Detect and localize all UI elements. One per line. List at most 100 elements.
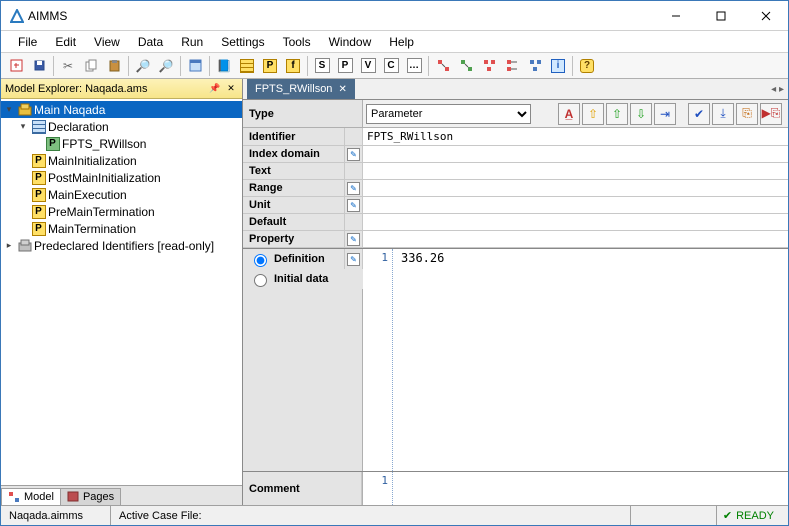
app-icon <box>9 8 24 23</box>
cut-button[interactable]: ✂ <box>57 55 79 77</box>
definition-editor[interactable]: 1 336.26 <box>363 249 788 471</box>
initial-data-radio[interactable] <box>254 274 267 287</box>
indent-button[interactable]: ⇥ <box>654 103 676 125</box>
up-button[interactable]: ⇧ <box>582 103 604 125</box>
tree-item-label: PreMainTermination <box>48 205 155 219</box>
pane-close-button[interactable]: ✕ <box>224 82 238 96</box>
diag4-button[interactable] <box>501 55 523 77</box>
range-field[interactable] <box>363 180 788 197</box>
tree-proc[interactable]: P MainExecution <box>1 186 242 203</box>
model-icon <box>17 102 32 117</box>
check-button[interactable]: ✔ <box>688 103 710 125</box>
library-button[interactable]: 📘 <box>213 55 235 77</box>
tree-proc[interactable]: P MainInitialization <box>1 152 242 169</box>
editor-tab[interactable]: FPTS_RWillson ✕ <box>247 79 355 99</box>
help-button[interactable]: ? <box>576 55 598 77</box>
menu-window[interactable]: Window <box>320 33 381 51</box>
v-button[interactable]: V <box>357 55 379 77</box>
tree-proc[interactable]: P PreMainTermination <box>1 203 242 220</box>
diag1-button[interactable] <box>432 55 454 77</box>
tree-proc[interactable]: P MainTermination <box>1 220 242 237</box>
rename-button[interactable]: A̲ <box>558 103 580 125</box>
wizard-button[interactable]: ✎ <box>347 148 360 161</box>
left-tab-pages[interactable]: Pages <box>60 488 121 505</box>
identifier-field[interactable]: FPTS_RWillson <box>363 128 788 146</box>
menubar: File Edit View Data Run Settings Tools W… <box>1 31 788 53</box>
save-all-button[interactable] <box>28 55 50 77</box>
diag3-button[interactable] <box>478 55 500 77</box>
line-gutter: 1 <box>363 249 393 471</box>
maximize-button[interactable] <box>698 1 743 30</box>
expand-icon[interactable]: ▾ <box>3 104 15 116</box>
tab-close-button[interactable]: ✕ <box>338 84 346 95</box>
tab-nav[interactable]: ◂ ▸ <box>771 84 784 95</box>
diag2-button[interactable] <box>455 55 477 77</box>
type-row: Type Parameter A̲ ⇧ ⇧ ⇩ ⇥ ✔ ⤓ <box>243 100 788 128</box>
comment-code[interactable] <box>393 472 788 505</box>
pin-button[interactable]: 📌 <box>208 82 222 96</box>
diag5-button[interactable] <box>524 55 546 77</box>
new-button[interactable] <box>5 55 27 77</box>
menu-file[interactable]: File <box>9 33 46 51</box>
menu-tools[interactable]: Tools <box>274 33 320 51</box>
close-button[interactable] <box>743 1 788 30</box>
definition-code[interactable]: 336.26 <box>393 249 788 471</box>
copy-button[interactable] <box>80 55 102 77</box>
menu-edit[interactable]: Edit <box>46 33 85 51</box>
parameter-button[interactable]: P <box>259 55 281 77</box>
down-button[interactable]: ⇩ <box>630 103 652 125</box>
expand-icon[interactable]: ▾ <box>17 121 29 133</box>
model-tree[interactable]: ▾ Main Naqada ▾ Declaration P FPTS_RWill… <box>1 99 242 485</box>
wizard-button[interactable]: ✎ <box>347 233 360 246</box>
definition-radio[interactable] <box>254 254 267 267</box>
index-domain-field[interactable] <box>363 146 788 163</box>
page-manager-button[interactable] <box>184 55 206 77</box>
wizard-button[interactable]: ✎ <box>347 253 360 266</box>
wizard-button[interactable]: ✎ <box>347 182 360 195</box>
status-bar: Naqada.aimms Active Case File: ✔ READY <box>1 505 788 525</box>
up2-button[interactable]: ⇧ <box>606 103 628 125</box>
editor-tab-label: FPTS_RWillson <box>255 83 332 95</box>
find-button[interactable]: 🔎 <box>132 55 154 77</box>
identifier-label: Identifier <box>243 128 345 146</box>
tree-parameter-item[interactable]: P FPTS_RWillson <box>1 135 242 152</box>
app-window: AIMMS File Edit View Data Run Settings T… <box>0 0 789 526</box>
accept-button[interactable]: ⤓ <box>712 103 734 125</box>
procedure-icon: P <box>31 153 46 168</box>
tree-declaration[interactable]: ▾ Declaration <box>1 118 242 135</box>
titlebar: AIMMS <box>1 1 788 31</box>
attribute-form: Type Parameter A̲ ⇧ ⇧ ⇩ ⇥ ✔ ⤓ <box>243 100 788 505</box>
default-field[interactable] <box>363 214 788 231</box>
text-field[interactable] <box>363 163 788 180</box>
tree-proc[interactable]: P PostMainInitialization <box>1 169 242 186</box>
type-select[interactable]: Parameter <box>366 104 531 124</box>
procedure-button[interactable]: f <box>282 55 304 77</box>
find-next-button[interactable]: 🔎 <box>155 55 177 77</box>
menu-help[interactable]: Help <box>380 33 423 51</box>
unit-field[interactable] <box>363 197 788 214</box>
declaration-button[interactable] <box>236 55 258 77</box>
expand-icon[interactable]: ▸ <box>3 240 15 252</box>
left-tab-model[interactable]: Model <box>1 488 61 505</box>
menu-data[interactable]: Data <box>129 33 172 51</box>
line-gutter: 1 <box>363 472 393 505</box>
minimize-button[interactable] <box>653 1 698 30</box>
model-explorer-pane: Model Explorer: Naqada.ams 📌 ✕ ▾ Main Na… <box>1 79 243 505</box>
property-field[interactable] <box>363 231 788 248</box>
tree-root[interactable]: ▾ Main Naqada <box>1 101 242 118</box>
menu-settings[interactable]: Settings <box>212 33 273 51</box>
editor-tabbar: FPTS_RWillson ✕ ◂ ▸ <box>243 79 788 100</box>
run-button[interactable]: ▶⎘ <box>760 103 782 125</box>
s-button[interactable]: S <box>311 55 333 77</box>
export-button[interactable]: ⎘ <box>736 103 758 125</box>
tree-predeclared[interactable]: ▸ Predeclared Identifiers [read-only] <box>1 237 242 254</box>
p-button[interactable]: P <box>334 55 356 77</box>
info-button[interactable]: i <box>547 55 569 77</box>
more-button[interactable]: … <box>403 55 425 77</box>
wizard-button[interactable]: ✎ <box>347 199 360 212</box>
paste-button[interactable] <box>103 55 125 77</box>
c-button[interactable]: C <box>380 55 402 77</box>
menu-view[interactable]: View <box>85 33 129 51</box>
menu-run[interactable]: Run <box>172 33 212 51</box>
comment-editor[interactable]: 1 <box>363 472 788 505</box>
